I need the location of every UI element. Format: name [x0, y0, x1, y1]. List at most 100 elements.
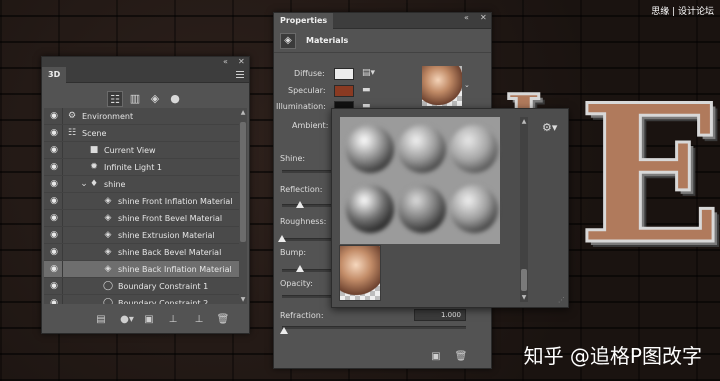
scene-tree-row[interactable]: ◉ ◯ Boundary Constraint 2: [44, 295, 239, 304]
panel-menu-icon[interactable]: [236, 71, 244, 78]
roughness-slider[interactable]: [282, 238, 332, 241]
panel-3d-topbar: « ✕: [42, 57, 249, 67]
scene-tree-row[interactable]: ◉ ◈ shine Front Bevel Material: [44, 210, 239, 227]
ground-icon[interactable]: ⊥: [166, 313, 180, 327]
close-icon[interactable]: ✕: [480, 13, 487, 22]
opacity-label: Opacity:: [280, 279, 313, 288]
light-icon[interactable]: ●: [167, 91, 183, 107]
tab-3d[interactable]: 3D: [42, 67, 67, 83]
scene-tree-row[interactable]: ◉ ◈ shine Back Inflation Material: [44, 261, 239, 278]
light-add-icon[interactable]: ●▾: [120, 313, 134, 327]
environment-icon: ⚙: [67, 111, 77, 121]
mesh-icon[interactable]: ▥: [127, 91, 143, 107]
scene-tree-row-label: Boundary Constraint 1: [118, 282, 209, 291]
scene-tree-row[interactable]: ◉ ✹ Infinite Light 1: [44, 159, 239, 176]
scene-tree-row[interactable]: ◉ ◯ Boundary Constraint 1: [44, 278, 239, 295]
ambient-label: Ambient:: [292, 121, 329, 130]
refraction-value-field[interactable]: 1.000: [414, 309, 466, 321]
close-icon[interactable]: ✕: [238, 57, 245, 67]
diffuse-texture-icon[interactable]: ▤▾: [362, 68, 375, 78]
diffuse-color-swatch[interactable]: [334, 68, 354, 80]
material-preview-thumbnail[interactable]: [422, 66, 462, 106]
scroll-thumb[interactable]: [240, 122, 246, 242]
resize-grip-icon[interactable]: ⋰: [558, 296, 565, 304]
scroll-thumb[interactable]: [521, 269, 527, 291]
visibility-eye-icon[interactable]: ◉: [48, 210, 60, 227]
delete-icon[interactable]: 🗑: [216, 313, 230, 327]
scene-tree-row-label: shine Front Inflation Material: [118, 197, 233, 206]
render-icon[interactable]: ▤: [94, 313, 108, 327]
visibility-eye-icon[interactable]: ◉: [48, 244, 60, 261]
chevron-down-icon[interactable]: ⌄: [464, 81, 470, 89]
material-preset-thumbnail[interactable]: [398, 185, 446, 233]
bump-slider[interactable]: [282, 269, 332, 272]
scene-tree-row[interactable]: ◉ ■ Current View: [44, 142, 239, 159]
visibility-eye-icon[interactable]: ◉: [48, 125, 60, 142]
specular-folder-icon[interactable]: ▬: [362, 85, 371, 95]
material-preset-thumbnail[interactable]: [398, 125, 446, 173]
gear-icon[interactable]: ⚙▾: [542, 121, 557, 134]
visibility-eye-icon[interactable]: ◉: [48, 159, 60, 176]
refraction-slider[interactable]: [282, 326, 466, 329]
row-divider: [62, 193, 63, 209]
scroll-down-icon[interactable]: ▼: [239, 296, 247, 303]
material-preset-thumbnail[interactable]: [450, 185, 498, 233]
bump-slider-knob[interactable]: [296, 265, 304, 272]
collapse-icon[interactable]: «: [464, 13, 469, 22]
scene-tree-row[interactable]: ◉ ◈ shine Back Bevel Material: [44, 244, 239, 261]
scene-tree-row[interactable]: ◉ ◈ shine Extrusion Material: [44, 227, 239, 244]
material-preset-thumbnail[interactable]: [346, 185, 394, 233]
visibility-eye-icon[interactable]: ◉: [48, 176, 60, 193]
row-divider: [62, 210, 63, 226]
light-icon: ✹: [90, 162, 98, 172]
row-divider: [62, 244, 63, 260]
material-icon: ◈: [104, 247, 112, 257]
scroll-up-icon[interactable]: ▲: [520, 118, 528, 125]
scene-tree-row-label: Infinite Light 1: [104, 163, 162, 172]
visibility-eye-icon[interactable]: ◉: [48, 193, 60, 210]
scene-tree-row-label: Scene: [82, 129, 107, 138]
scroll-down-icon[interactable]: ▼: [520, 294, 528, 301]
delete-icon[interactable]: 🗑: [454, 350, 468, 364]
specular-color-swatch[interactable]: [334, 85, 354, 97]
visibility-eye-icon[interactable]: ◉: [48, 278, 60, 295]
tab-properties[interactable]: Properties: [274, 13, 334, 29]
roughness-slider-knob[interactable]: [278, 235, 286, 242]
opacity-slider[interactable]: [282, 295, 332, 298]
shine-label: Shine:: [280, 154, 306, 163]
properties-footer: ▣ 🗑: [274, 346, 491, 368]
reflection-slider-knob[interactable]: [296, 201, 304, 208]
refraction-slider-knob[interactable]: [280, 327, 288, 334]
visibility-eye-icon[interactable]: ◉: [48, 261, 60, 278]
material-preset-selected[interactable]: [339, 245, 381, 301]
material-icon[interactable]: ◈: [147, 91, 163, 107]
scene-tree-row[interactable]: ◉ ⚙ Environment: [44, 108, 239, 125]
material-icon: ◈: [104, 213, 112, 223]
visibility-eye-icon[interactable]: ◉: [48, 142, 60, 159]
drop-to-plane-icon[interactable]: ⊥: [192, 313, 206, 327]
shine-slider[interactable]: [282, 170, 332, 173]
material-preset-thumbnail[interactable]: [346, 125, 394, 173]
visibility-eye-icon[interactable]: ◉: [48, 108, 60, 125]
material-icon: ◈: [104, 230, 112, 240]
scene-tree-row[interactable]: ◉ ⌄ ♦ shine: [44, 176, 239, 193]
whole-scene-icon[interactable]: ☷: [107, 91, 123, 107]
visibility-eye-icon[interactable]: ◉: [48, 295, 60, 304]
material-preset-thumbnail[interactable]: [450, 125, 498, 173]
watermark-bottom: 知乎 @追格P图改字: [523, 344, 702, 368]
row-divider: [62, 176, 63, 192]
scene-tree-row-label: shine: [104, 180, 126, 189]
camera-icon: ■: [89, 145, 99, 155]
scene-tree-row[interactable]: ◉ ◈ shine Front Inflation Material: [44, 193, 239, 210]
new-scene-icon[interactable]: ▣: [142, 313, 156, 327]
picker-scrollbar[interactable]: ▲ ▼: [520, 117, 528, 302]
scroll-up-icon[interactable]: ▲: [239, 109, 247, 116]
scene-tree-scrollbar[interactable]: ▲ ▼: [239, 108, 247, 304]
panel-3d-tabbar: 3D: [42, 67, 249, 83]
new-scene-icon[interactable]: ▣: [429, 350, 443, 364]
collapse-icon[interactable]: «: [223, 57, 228, 67]
visibility-eye-icon[interactable]: ◉: [48, 227, 60, 244]
row-divider: [62, 295, 63, 304]
reflection-slider[interactable]: [282, 204, 332, 207]
scene-tree-row[interactable]: ◉ ☷ Scene: [44, 125, 239, 142]
